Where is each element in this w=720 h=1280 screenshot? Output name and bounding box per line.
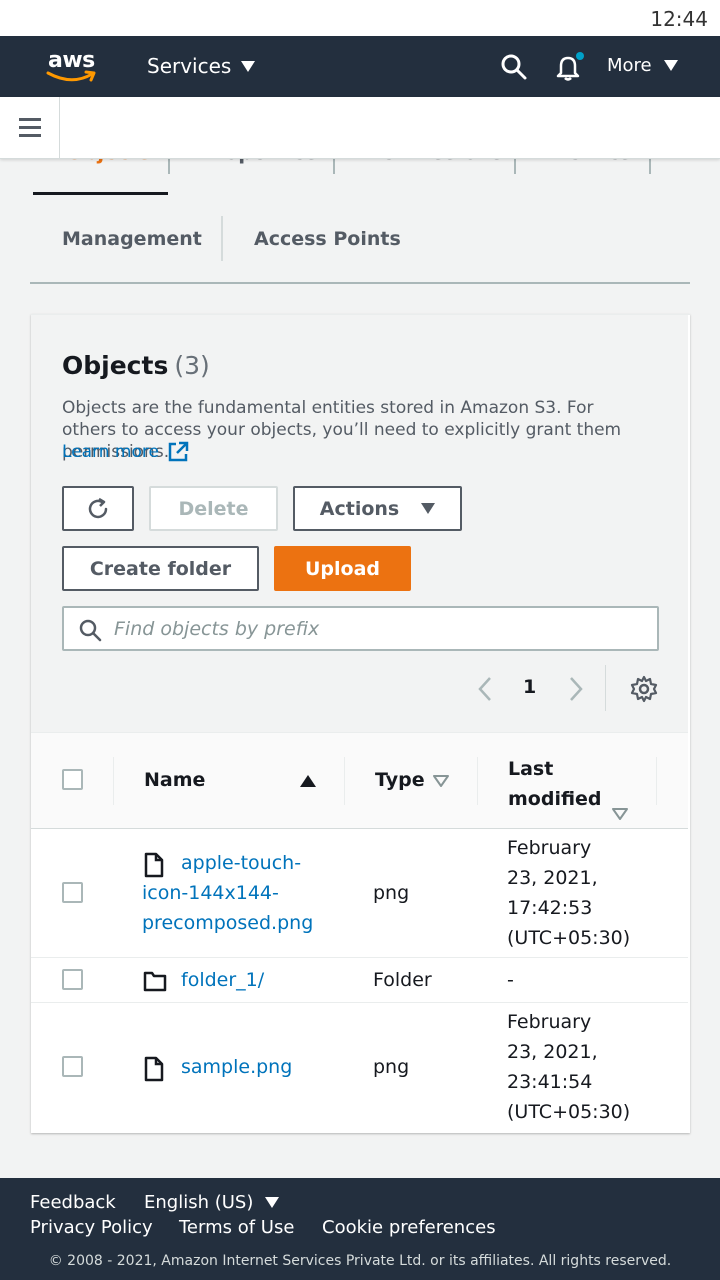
services-menu[interactable]: Services (147, 54, 256, 78)
actions-button[interactable]: Actions (293, 486, 462, 531)
search-input[interactable]: Find objects by prefix (62, 606, 659, 651)
terms-of-use-link[interactable]: Terms of Use (179, 1217, 294, 1238)
learn-more-link[interactable]: Learn more (62, 441, 189, 463)
gear-icon[interactable] (630, 675, 658, 703)
object-last-modified: 23:41:54 (507, 1071, 593, 1093)
object-type: png (373, 1056, 410, 1078)
delete-button[interactable]: Delete (149, 486, 278, 531)
language-selector[interactable]: English (US) (144, 1192, 280, 1213)
object-name-link[interactable]: sample.png (181, 1052, 292, 1082)
caret-down-icon (663, 60, 678, 71)
object-type: Folder (373, 969, 432, 991)
tab-management[interactable]: Management (62, 228, 202, 250)
aws-logo[interactable]: aws (44, 48, 100, 88)
object-type: png (373, 882, 410, 904)
column-header-type[interactable]: Type (375, 769, 425, 791)
caret-down-icon (265, 1197, 280, 1208)
column-header-last-modified-line1: Last (508, 758, 554, 780)
column-header-name[interactable]: Name (144, 769, 205, 791)
console-subbar (0, 97, 720, 159)
sort-icon[interactable] (432, 774, 450, 788)
file-icon (144, 852, 164, 878)
privacy-policy-link[interactable]: Privacy Policy (30, 1217, 153, 1238)
actions-label: Actions (319, 497, 400, 520)
page-footer: Feedback English (US) Privacy Policy Ter… (0, 1178, 720, 1280)
search-placeholder: Find objects by prefix (114, 618, 320, 640)
hamburger-menu-icon[interactable] (0, 97, 60, 158)
pager-divider (605, 665, 606, 711)
column-divider (477, 757, 478, 805)
column-divider (113, 757, 114, 805)
objects-panel: Objects (3) Objects are the fundamental e… (31, 314, 690, 1133)
column-header-last-modified[interactable]: Last modified (508, 754, 602, 814)
sort-icon[interactable] (611, 807, 629, 821)
refresh-button[interactable] (62, 486, 134, 531)
object-last-modified: February (507, 1011, 592, 1033)
object-last-modified: 17:42:53 (507, 897, 593, 919)
object-name-link[interactable]: precomposed.png (142, 908, 313, 938)
caret-down-icon (421, 503, 436, 514)
more-menu[interactable]: More (607, 55, 678, 76)
caret-down-icon (241, 60, 256, 72)
select-all-checkbox[interactable] (62, 769, 83, 790)
table-row[interactable]: folder_1/ Folder - (31, 958, 688, 1003)
learn-more-label: Learn more (62, 442, 159, 462)
external-link-icon (168, 441, 189, 462)
object-last-modified: 23, 2021, (507, 867, 598, 889)
services-label: Services (147, 54, 232, 78)
copyright-text: © 2008 - 2021, Amazon Internet Services … (48, 1253, 672, 1269)
table-row[interactable]: apple-touch- icon-144x144- precomposed.p… (31, 829, 688, 958)
feedback-link[interactable]: Feedback (30, 1192, 116, 1213)
folder-icon (143, 971, 167, 992)
language-label: English (US) (144, 1192, 254, 1213)
objects-count: (3) (174, 351, 210, 380)
more-label: More (607, 55, 652, 76)
clock: 12:44 (650, 7, 708, 31)
object-last-modified: February (507, 837, 592, 859)
object-last-modified: (UTC+05:30) (507, 1101, 631, 1123)
table-row[interactable]: sample.png png February 23, 2021, 23:41:… (31, 1003, 688, 1133)
row-checkbox[interactable] (62, 882, 83, 903)
objects-title: Objects (3) (62, 351, 210, 380)
bell-icon[interactable] (553, 51, 585, 83)
aws-smile-icon (46, 70, 96, 82)
chevron-right-icon[interactable] (564, 675, 586, 703)
tab-access-points[interactable]: Access Points (254, 228, 401, 250)
column-divider (656, 757, 657, 805)
file-icon (144, 1056, 164, 1082)
object-last-modified: (UTC+05:30) (507, 927, 631, 949)
objects-title-text: Objects (62, 351, 169, 380)
object-name-link[interactable]: folder_1/ (181, 965, 264, 995)
column-header-last-modified-line2: modified (508, 788, 602, 810)
search-icon (79, 619, 102, 642)
upload-button[interactable]: Upload (274, 546, 411, 591)
chevron-left-icon[interactable] (475, 675, 497, 703)
object-last-modified: - (507, 969, 514, 991)
row-checkbox[interactable] (62, 1056, 83, 1077)
aws-top-nav: aws Services More (0, 36, 720, 97)
tab-divider (221, 216, 223, 261)
create-folder-button[interactable]: Create folder (62, 546, 259, 591)
tab-row-2: Management Access Points (30, 216, 690, 284)
object-name-link[interactable]: icon-144x144- (142, 878, 279, 908)
object-name-link[interactable]: apple-touch- (181, 848, 301, 878)
search-icon[interactable] (500, 53, 528, 81)
active-tab-indicator (33, 192, 168, 195)
table-header: Name Type Last modified (31, 733, 688, 829)
refresh-icon (88, 497, 108, 518)
cookie-preferences-link[interactable]: Cookie preferences (322, 1217, 496, 1238)
status-bar: 12:44 (0, 0, 720, 36)
row-checkbox[interactable] (62, 969, 83, 990)
column-divider (344, 757, 345, 805)
sort-ascending-icon[interactable] (299, 774, 317, 788)
object-last-modified: 23, 2021, (507, 1041, 598, 1063)
objects-panel-header: Objects (3) Objects are the fundamental e… (31, 315, 688, 733)
page-number[interactable]: 1 (523, 676, 536, 698)
